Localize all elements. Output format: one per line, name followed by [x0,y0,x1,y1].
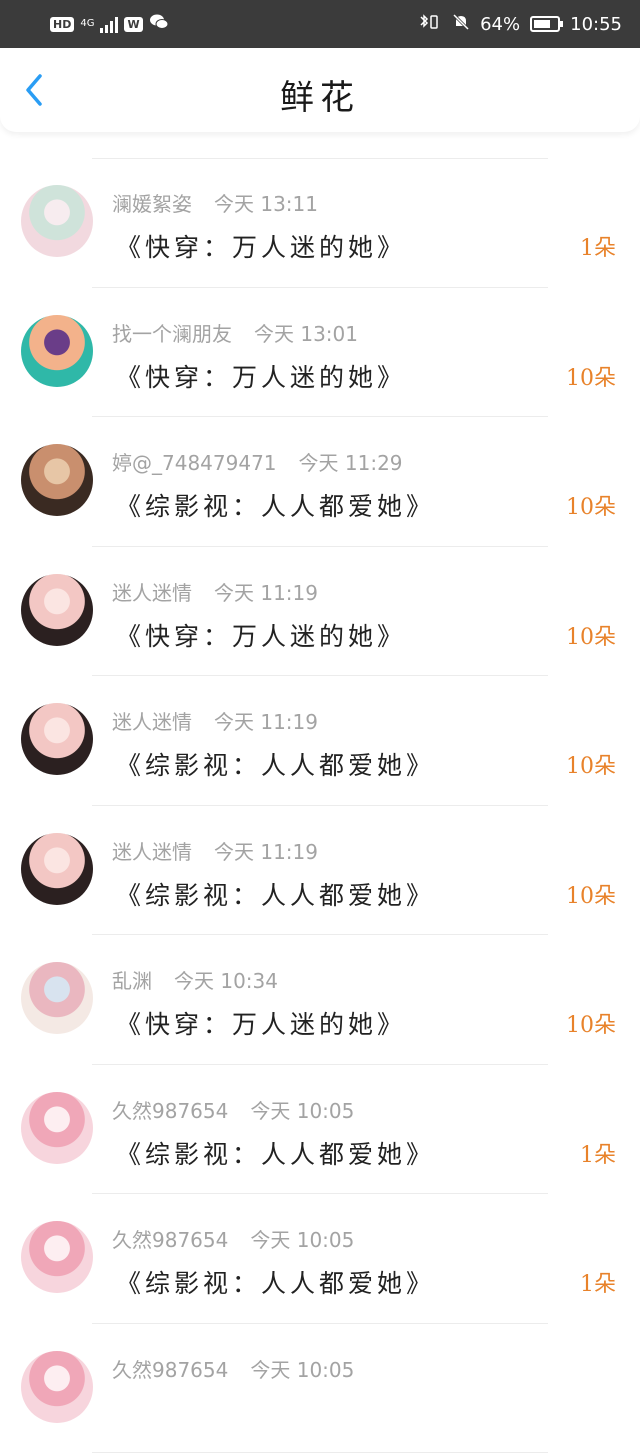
timestamp: 今天 13:01 [254,318,358,347]
list-item[interactable]: 乱渊 今天 10:34 《快穿：万人迷的她》 10朵 [0,935,640,1065]
list-item[interactable]: 迷人迷情 今天 11:19 《快穿：万人迷的她》 10朵 [0,547,640,677]
flower-amount: 10朵 [566,748,616,780]
book-title: 《综影视：人人都爱她》 [116,746,435,782]
user-name: 澜媛絮姿 [112,188,192,217]
battery-percent: 64% [480,14,520,35]
book-title: 《快穿：万人迷的她》 [116,1005,406,1041]
list-item[interactable]: 迷人迷情 今天 11:19 《综影视：人人都爱她》 10朵 [0,676,640,806]
timestamp: 今天 10:05 [250,1224,354,1253]
timestamp: 今天 11:19 [214,836,318,865]
timestamp: 今天 11:29 [299,447,403,476]
page-title: 鲜花 [0,70,640,119]
signal-icon [100,15,118,33]
flower-amount: 10朵 [566,489,616,521]
battery-icon [530,16,560,32]
flower-amount: 10朵 [566,619,616,651]
list-item[interactable]: 迷人迷情 今天 11:19 《综影视：人人都爱她》 10朵 [0,806,640,936]
user-name: 迷人迷情 [112,706,192,735]
wechat-icon [149,13,169,35]
book-title: 《快穿：万人迷的她》 [116,228,406,264]
book-title: 《综影视：人人都爱她》 [116,1135,435,1171]
avatar[interactable] [21,1221,93,1293]
user-name: 迷人迷情 [112,836,192,865]
user-name: 婷@_748479471 [112,447,277,476]
flower-record-list: 澜媛絮姿 今天 13:11 《快穿：万人迷的她》 1朵 找一个澜朋友 今天 13… [0,132,640,1453]
timestamp: 今天 10:05 [250,1095,354,1124]
avatar[interactable] [21,833,93,905]
list-item[interactable]: 久然987654 今天 10:05 《综影视：人人都爱她》 1朵 [0,1194,640,1324]
user-name: 久然987654 [112,1354,228,1383]
timestamp: 今天 11:19 [214,577,318,606]
book-title: 《综影视：人人都爱她》 [116,1264,435,1300]
flower-amount: 1朵 [580,230,616,262]
clock: 10:55 [570,14,622,35]
list-item[interactable]: 久然987654 今天 10:05 《综影视：人人都爱她》 1朵 [0,1065,640,1195]
mute-bell-icon [452,13,470,36]
flower-amount: 10朵 [566,360,616,392]
timestamp: 今天 13:11 [214,188,318,217]
app-w-icon: W [124,17,142,32]
avatar[interactable] [21,1092,93,1164]
flower-amount: 1朵 [580,1137,616,1169]
list-item[interactable]: 澜媛絮姿 今天 13:11 《快穿：万人迷的她》 1朵 [0,158,640,288]
avatar[interactable] [21,962,93,1034]
avatar[interactable] [21,315,93,387]
timestamp: 今天 10:05 [250,1354,354,1383]
network-type: 4G [80,19,94,29]
hd-badge: HD [50,17,74,32]
avatar[interactable] [21,185,93,257]
book-title: 《快穿：万人迷的她》 [116,358,406,394]
flower-amount: 10朵 [566,878,616,910]
book-title: 《综影视：人人都爱她》 [116,487,435,523]
flower-amount: 1朵 [580,1266,616,1298]
book-title: 《综影视：人人都爱她》 [116,876,435,912]
bluetooth-vibrate-icon [418,13,442,36]
user-name: 乱渊 [112,965,152,994]
timestamp: 今天 10:34 [174,965,278,994]
list-item[interactable]: 找一个澜朋友 今天 13:01 《快穿：万人迷的她》 10朵 [0,288,640,418]
user-name: 久然987654 [112,1095,228,1124]
flower-amount: 10朵 [566,1007,616,1039]
status-bar: HD 4G W 64% 10:55 [0,0,640,48]
list-item[interactable]: 久然987654 今天 10:05 [0,1324,640,1453]
user-name: 迷人迷情 [112,577,192,606]
avatar[interactable] [21,703,93,775]
user-name: 找一个澜朋友 [112,318,232,347]
nav-header: 鲜花 [0,48,640,132]
user-name: 久然987654 [112,1224,228,1253]
list-item[interactable]: 婷@_748479471 今天 11:29 《综影视：人人都爱她》 10朵 [0,417,640,547]
avatar[interactable] [21,574,93,646]
avatar[interactable] [21,444,93,516]
book-title: 《快穿：万人迷的她》 [116,617,406,653]
timestamp: 今天 11:19 [214,706,318,735]
